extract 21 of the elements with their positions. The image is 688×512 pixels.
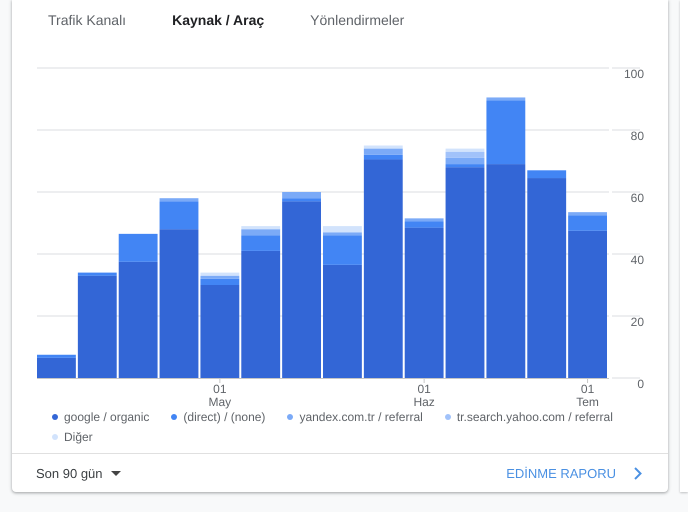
caret-icon (110, 470, 121, 476)
y-axis-label: 60 (630, 191, 644, 205)
y-axis-label: 40 (630, 253, 644, 267)
chevron-right-icon[interactable] (634, 466, 642, 480)
x-axis-label: 01 May (208, 382, 232, 409)
legend-label: yandex.com.tr / referral (299, 410, 423, 424)
y-axis-label: 80 (630, 129, 644, 143)
legend-label: (direct) / (none) (183, 410, 266, 424)
legend-label: google / organic (64, 410, 150, 424)
legend-label: tr.search.yahoo.com / referral (456, 410, 613, 424)
y-axis-label: 0 (637, 377, 644, 391)
x-axis-label: 01 Tem (576, 382, 599, 409)
tab[interactable]: Yönlendirmeler (298, 12, 416, 28)
tab[interactable]: Kaynak / Araç (160, 12, 276, 28)
x-axis-label: 01 Haz (413, 382, 435, 409)
legend-label: Diğer (64, 430, 93, 444)
tab[interactable]: Trafik Kanalı (36, 12, 138, 28)
y-axis-label: 20 (630, 315, 644, 329)
y-axis-label: 100 (624, 67, 644, 81)
report-link[interactable]: EDİNME RAPORU (506, 466, 616, 480)
period-dropdown[interactable]: Son 90 gün (36, 466, 121, 480)
